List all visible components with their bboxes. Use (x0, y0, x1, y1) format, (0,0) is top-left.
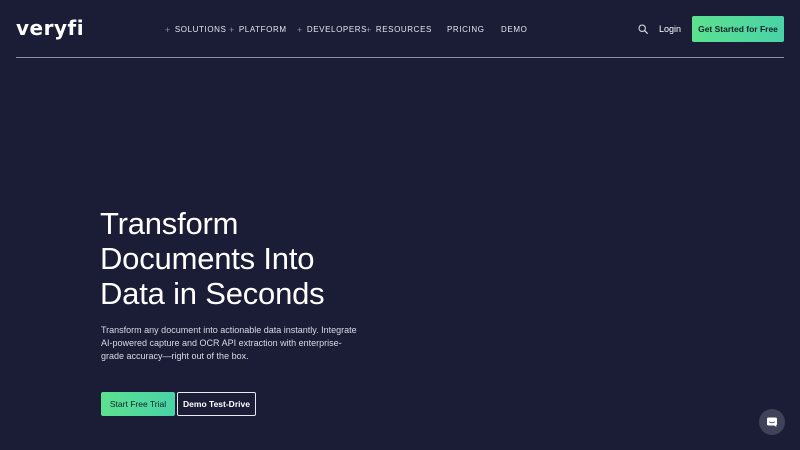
hero-subtitle: Transform any document into actionable d… (101, 325, 357, 361)
plus-icon: + (229, 25, 235, 35)
hero-title-line: Documents Into (100, 241, 315, 276)
nav-resources-label: RESOURCES (375, 25, 432, 34)
nav-pricing[interactable]: PRICING (447, 24, 485, 36)
veryfi-logo[interactable]: veryfi (16, 16, 84, 40)
nav-solutions[interactable]: + SOLUTIONS (165, 24, 227, 36)
nav-platform-label: PLATFORM (238, 25, 287, 34)
hero-title: Transform Documents Into Data in Seconds (100, 206, 400, 311)
start-free-trial-button[interactable]: Start Free Trial (101, 392, 175, 416)
plus-icon: + (165, 25, 171, 35)
get-started-button[interactable]: Get Started for Free (692, 16, 784, 42)
hero-title-line: Transform (100, 206, 239, 241)
hero-title-line: Data in Seconds (100, 276, 325, 311)
nav-demo[interactable]: DEMO (501, 24, 527, 36)
site-header: veryfi + SOLUTIONS + PLATFORM + DEVELOPE… (0, 0, 800, 58)
chat-launcher-button[interactable] (759, 409, 785, 435)
nav-resources[interactable]: + RESOURCES (366, 24, 432, 36)
plus-icon: + (366, 25, 372, 35)
login-link[interactable]: Login (659, 23, 681, 36)
demo-test-drive-button[interactable]: Demo Test-Drive (177, 392, 256, 416)
nav-developers[interactable]: + DEVELOPERS (297, 24, 367, 36)
header-divider (16, 57, 784, 58)
chat-icon (767, 417, 777, 427)
nav-platform[interactable]: + PLATFORM (229, 24, 287, 36)
nav-demo-label: DEMO (501, 25, 528, 34)
plus-icon: + (297, 25, 303, 35)
nav-pricing-label: PRICING (447, 25, 485, 34)
nav-solutions-label: SOLUTIONS (174, 25, 227, 34)
nav-developers-label: DEVELOPERS (306, 25, 368, 34)
search-icon[interactable] (638, 24, 648, 34)
